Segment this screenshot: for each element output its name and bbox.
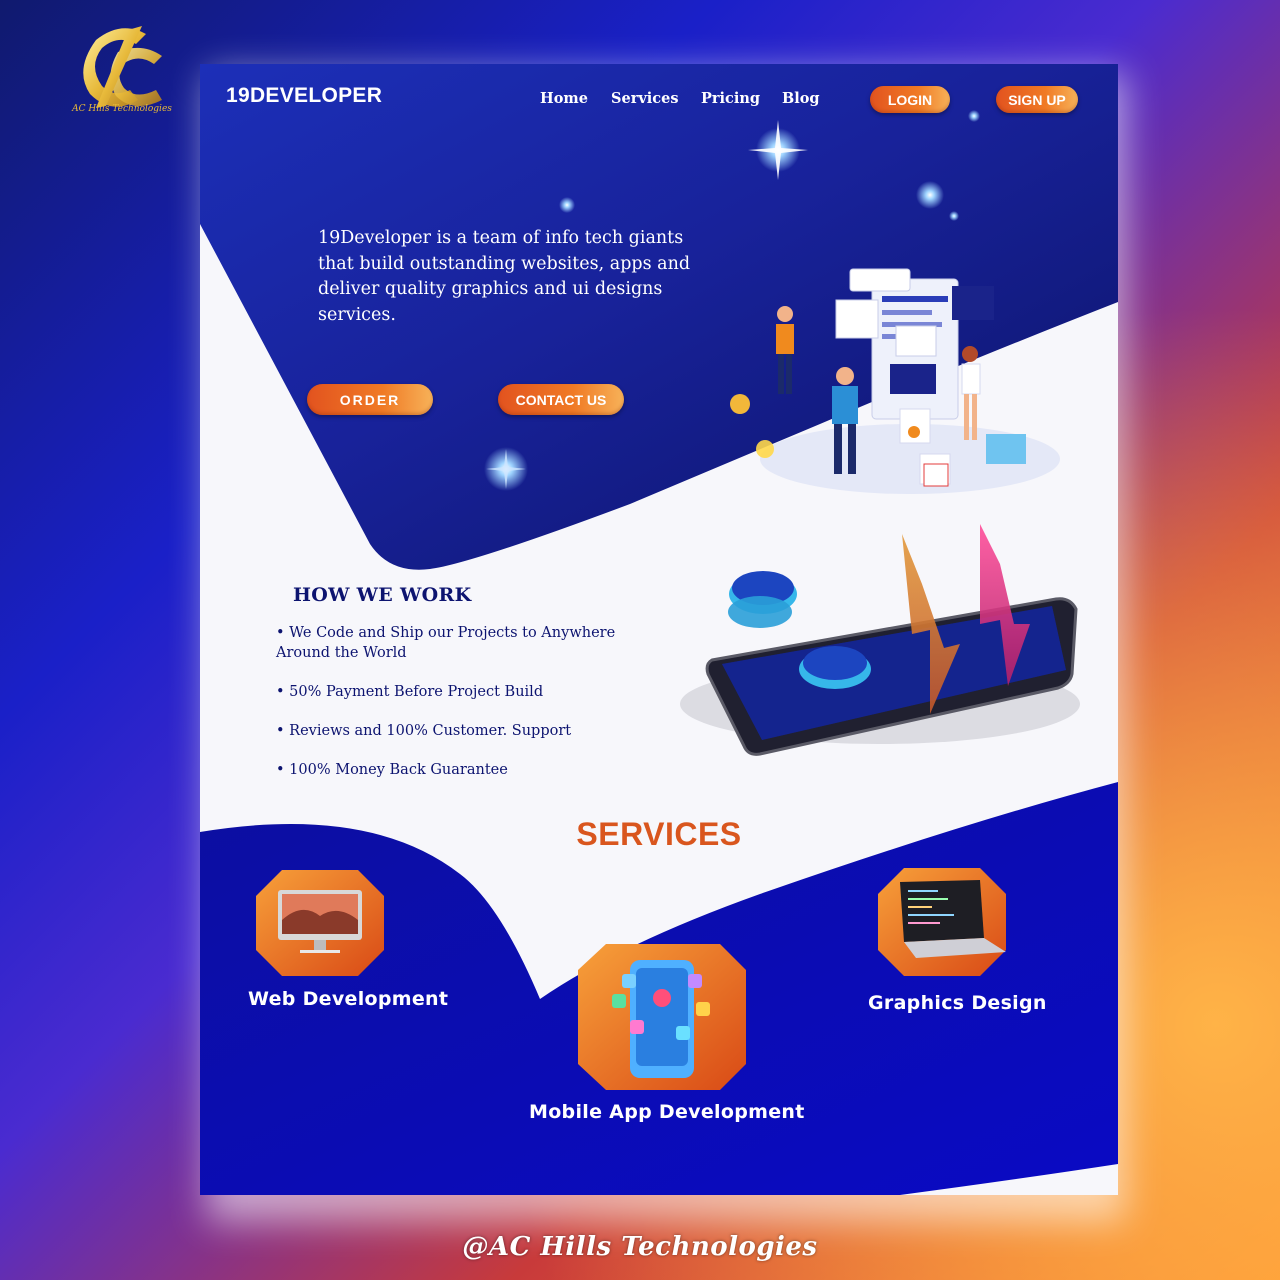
list-item: • 50% Payment Before Project Build bbox=[276, 684, 544, 700]
footer-credit: @AC Hills Technologies bbox=[462, 1232, 818, 1262]
hero-description: 19Developer is a team of info tech giant… bbox=[318, 228, 691, 325]
list-item: • We Code and Ship our Projects to Anywh… bbox=[276, 625, 616, 661]
nav-services[interactable]: Services bbox=[611, 90, 679, 107]
website-mockup: 19DEVELOPER Home Services Pricing Blog L… bbox=[200, 64, 1118, 1195]
how-we-work-list: • We Code and Ship our Projects to Anywh… bbox=[276, 623, 616, 799]
contact-us-button[interactable]: CONTACT US bbox=[498, 384, 624, 415]
main-nav: Home Services Pricing Blog bbox=[200, 90, 1118, 114]
service-label: Web Development bbox=[248, 988, 449, 1010]
service-label: Graphics Design bbox=[868, 992, 1047, 1014]
web-development-icon-shape bbox=[256, 870, 384, 976]
how-we-work-title: HOW WE WORK bbox=[293, 584, 472, 606]
order-button[interactable]: ORDER bbox=[307, 384, 433, 415]
signup-button[interactable]: SIGN UP bbox=[996, 86, 1078, 113]
nav-blog[interactable]: Blog bbox=[782, 90, 820, 107]
list-item: • Reviews and 100% Customer. Support bbox=[276, 723, 572, 739]
mobile-app-icon-shape bbox=[578, 944, 746, 1090]
service-label: Mobile App Development bbox=[529, 1101, 805, 1123]
services-title: SERVICES bbox=[576, 816, 742, 852]
list-item: • 100% Money Back Guarantee bbox=[276, 762, 508, 778]
nav-pricing[interactable]: Pricing bbox=[701, 90, 760, 107]
brand-name: AC Hills Technologies bbox=[72, 104, 172, 114]
nav-home[interactable]: Home bbox=[540, 90, 588, 107]
login-button[interactable]: LOGIN bbox=[870, 86, 950, 113]
graphics-design-icon-shape bbox=[878, 868, 1006, 976]
